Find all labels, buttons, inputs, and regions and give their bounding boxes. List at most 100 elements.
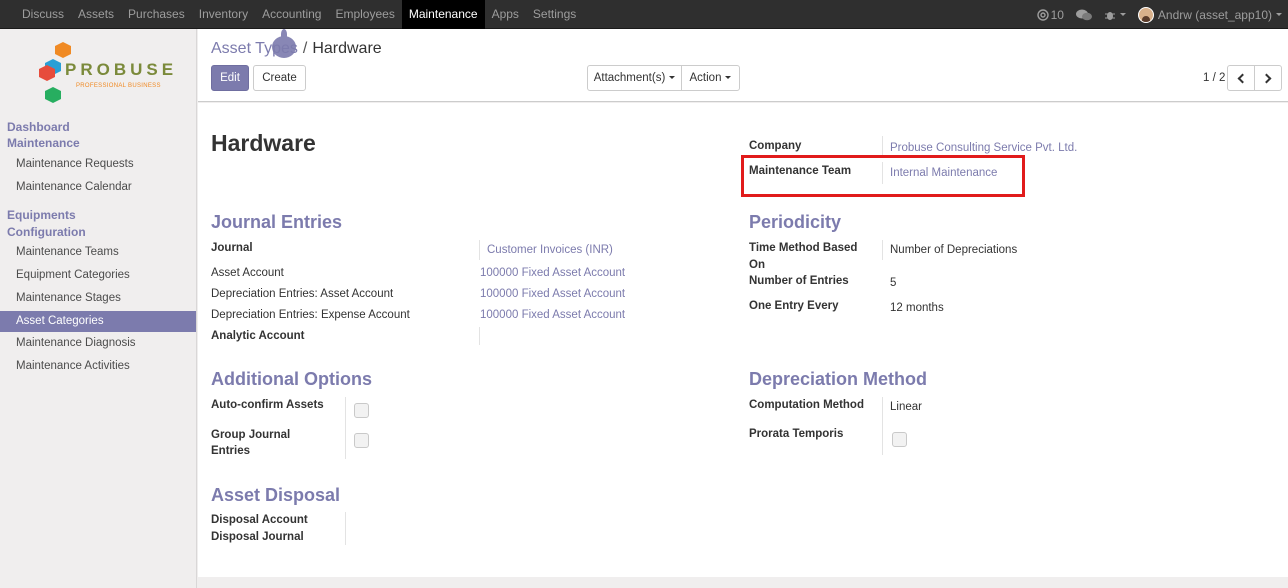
messages-counter[interactable]: 10 xyxy=(1036,7,1064,22)
analytic-account-field[interactable] xyxy=(479,327,480,345)
sidebar-item-equipment-categories[interactable]: Equipment Categories xyxy=(0,265,196,286)
computation-method-label: Computation Method xyxy=(749,399,864,411)
attachments-label: Attachment(s) xyxy=(593,72,666,84)
field-divider xyxy=(882,397,883,455)
highlight-box xyxy=(741,155,1025,197)
number-of-entries-label: Number of Entries xyxy=(749,275,849,287)
debug-button[interactable] xyxy=(1104,9,1126,21)
computation-method-value[interactable]: Linear xyxy=(890,401,922,413)
chevron-down-icon xyxy=(669,76,676,80)
sidebar-item-asset-categories[interactable]: Asset Categories xyxy=(0,311,196,332)
dep-expense-account-label: Depreciation Entries: Expense Account xyxy=(211,309,410,321)
one-entry-every-label: One Entry Every xyxy=(749,300,839,312)
disposal-fields[interactable] xyxy=(345,512,346,545)
menu-accounting[interactable]: Accounting xyxy=(255,0,328,29)
one-entry-every-value[interactable]: 12 months xyxy=(890,302,944,314)
journal-label: Journal xyxy=(211,242,253,254)
sidebar-item-maintenance-activities[interactable]: Maintenance Activities xyxy=(0,356,196,377)
breadcrumb-current: Hardware xyxy=(312,40,382,57)
record-name[interactable]: Hardware xyxy=(211,130,316,157)
analytic-account-label: Analytic Account xyxy=(211,330,305,342)
time-method-value[interactable]: Number of Depreciations xyxy=(890,244,1017,256)
prorata-temporis-label: Prorata Temporis xyxy=(749,428,844,440)
sidebar: PROBUSE PROFESSIONAL BUSINESS Dashboard … xyxy=(0,29,197,588)
edit-button[interactable]: Edit xyxy=(211,65,249,91)
journal-value[interactable]: Customer Invoices (INR) xyxy=(487,244,613,256)
field-divider xyxy=(882,240,883,260)
group-journal-checkbox[interactable] xyxy=(354,433,369,448)
time-method-label-line2: On xyxy=(749,259,765,271)
menu-purchases[interactable]: Purchases xyxy=(121,0,192,29)
chevron-down-icon xyxy=(725,76,732,80)
sidebar-section-maintenance[interactable]: Maintenance xyxy=(7,135,80,152)
systray: 10 Andrw (asset_app10) xyxy=(1025,0,1282,29)
menu-maintenance[interactable]: Maintenance xyxy=(401,0,485,29)
asset-disposal-heading: Asset Disposal xyxy=(211,485,341,505)
sidebar-item-maintenance-requests[interactable]: Maintenance Requests xyxy=(0,154,196,175)
chevron-down-icon xyxy=(1119,13,1126,16)
company-logo: PROBUSE PROFESSIONAL BUSINESS xyxy=(37,41,173,107)
dep-asset-account-label: Depreciation Entries: Asset Account xyxy=(211,288,394,300)
chevron-right-icon xyxy=(1261,73,1272,83)
field-divider xyxy=(345,397,346,459)
menu-assets[interactable]: Assets xyxy=(71,0,121,29)
control-panel: Asset Types / Hardware Edit Create Attachm… xyxy=(198,29,1288,102)
auto-confirm-label: Auto-confirm Assets xyxy=(211,399,324,411)
depreciation-method-heading: Depreciation Method xyxy=(749,369,928,389)
sidebar-item-maintenance-calendar[interactable]: Maintenance Calendar xyxy=(0,177,196,198)
chevron-left-icon xyxy=(1237,73,1248,83)
disposal-account-label: Disposal Account xyxy=(211,514,308,526)
dep-expense-account-value[interactable]: 100000 Fixed Asset Account xyxy=(480,309,625,321)
sidebar-item-maintenance-stages[interactable]: Maintenance Stages xyxy=(0,288,196,309)
asset-account-value[interactable]: 100000 Fixed Asset Account xyxy=(480,267,625,279)
action-dropdown[interactable]: Action xyxy=(681,65,740,91)
chevron-down-icon xyxy=(1276,13,1282,16)
group-journal-label: Group Journal xyxy=(211,429,291,441)
dep-asset-account-value[interactable]: 100000 Fixed Asset Account xyxy=(480,288,625,300)
at-icon xyxy=(1036,8,1049,21)
number-of-entries-value[interactable]: 5 xyxy=(890,277,896,289)
attachments-dropdown[interactable]: Attachment(s) xyxy=(587,65,682,91)
field-divider xyxy=(479,240,480,260)
group-journal-label-line2: Entries xyxy=(211,445,250,457)
company-label: Company xyxy=(749,140,802,152)
disposal-journal-label: Disposal Journal xyxy=(211,531,304,543)
logo-tagline: PROFESSIONAL BUSINESS xyxy=(76,83,161,89)
menu-apps[interactable]: Apps xyxy=(485,0,526,29)
sidebar-section-dashboard[interactable]: Dashboard xyxy=(7,119,70,136)
messages-count: 10 xyxy=(1050,7,1064,22)
bug-icon xyxy=(1104,11,1115,20)
top-navbar: Discuss Assets Purchases Inventory Accou… xyxy=(0,0,1288,29)
pager-next-button[interactable] xyxy=(1254,65,1282,91)
breadcrumb-separator: / xyxy=(302,40,308,57)
menu-employees[interactable]: Employees xyxy=(328,0,401,29)
menu-settings[interactable]: Settings xyxy=(526,0,583,29)
auto-confirm-checkbox[interactable] xyxy=(354,403,369,418)
breadcrumb: Asset Types / Hardware xyxy=(211,40,382,58)
additional-options-heading: Additional Options xyxy=(211,369,372,389)
avatar xyxy=(1137,6,1154,23)
user-name: Andrw (asset_app10) xyxy=(1157,7,1272,22)
menu-inventory[interactable]: Inventory xyxy=(192,0,255,29)
main-menu: Discuss Assets Purchases Inventory Accou… xyxy=(15,0,583,29)
company-value[interactable]: Probuse Consulting Service Pvt. Ltd. xyxy=(890,142,1077,154)
user-menu[interactable]: Andrw (asset_app10) xyxy=(1137,6,1282,23)
periodicity-heading: Periodicity xyxy=(749,212,842,232)
menu-discuss[interactable]: Discuss xyxy=(15,0,71,29)
pager-previous-button[interactable] xyxy=(1227,65,1255,91)
create-button[interactable]: Create xyxy=(253,65,306,91)
sidebar-section-configuration[interactable]: Configuration xyxy=(7,224,86,241)
loading-indicator xyxy=(272,29,296,58)
action-label: Action xyxy=(689,72,722,84)
logo-wordmark: PROBUSE xyxy=(65,60,178,79)
asset-account-label: Asset Account xyxy=(211,267,284,279)
pager-value[interactable]: 1 / 2 xyxy=(1203,72,1225,84)
journal-entries-heading: Journal Entries xyxy=(211,212,343,232)
chat-button[interactable] xyxy=(1075,9,1092,21)
time-method-label: Time Method Based xyxy=(749,242,858,254)
sidebar-item-maintenance-diagnosis[interactable]: Maintenance Diagnosis xyxy=(0,333,196,354)
prorata-temporis-checkbox[interactable] xyxy=(892,432,907,447)
sidebar-item-maintenance-teams[interactable]: Maintenance Teams xyxy=(0,242,196,263)
chat-bubbles-icon xyxy=(1075,9,1092,20)
sidebar-section-equipments[interactable]: Equipments xyxy=(7,207,76,224)
